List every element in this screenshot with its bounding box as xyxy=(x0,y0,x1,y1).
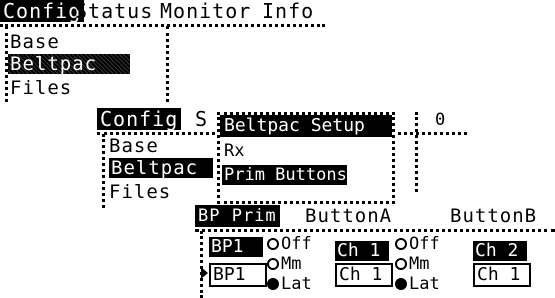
radio-off-icon xyxy=(267,238,279,250)
radio-a-mm-label: Mm xyxy=(281,254,302,274)
left-border xyxy=(200,231,203,298)
tab-monitor[interactable]: Monitor xyxy=(160,0,251,22)
menu-item-files[interactable]: Files xyxy=(109,182,171,202)
tab-status[interactable]: Status xyxy=(75,0,153,22)
ch-b-top-selected[interactable]: Ch 2 xyxy=(473,241,527,261)
radio-on-icon xyxy=(267,278,279,290)
radio-off-icon xyxy=(395,238,407,250)
tab-config[interactable]: Config xyxy=(97,108,182,130)
tab-bp-prim[interactable]: BP Prim xyxy=(195,205,280,227)
radio-b-mm-label: Mm xyxy=(409,254,430,274)
popup-title: Beltpac Setup xyxy=(220,115,392,137)
radio-a-off[interactable]: Off xyxy=(267,235,312,253)
bp-bottom[interactable]: BP1 xyxy=(209,263,267,287)
menu-item-base[interactable]: Base xyxy=(109,136,159,156)
tab-config[interactable]: Config xyxy=(0,0,85,22)
popup-item-prim-buttons[interactable]: Prim Buttons xyxy=(222,165,347,185)
screen-main-menu: Config Status Monitor Info Base Beltpac … xyxy=(0,0,325,102)
menu-left-border xyxy=(102,134,105,208)
radio-b-off[interactable]: Off xyxy=(395,235,440,253)
header-divider xyxy=(195,229,555,232)
radio-a-off-label: Off xyxy=(281,234,312,254)
radio-a-mm[interactable]: Mm xyxy=(267,255,301,273)
radio-on-icon xyxy=(395,278,407,290)
menu-right-border xyxy=(166,26,169,102)
value-border xyxy=(415,112,418,192)
popup-item-rx[interactable]: Rx xyxy=(222,141,244,161)
radio-b-mm[interactable]: Mm xyxy=(395,255,429,273)
ch-a-top-selected[interactable]: Ch 1 xyxy=(335,241,389,261)
tab-divider xyxy=(0,24,325,27)
menu-item-files[interactable]: Files xyxy=(10,78,72,98)
menu-item-beltpac[interactable]: Beltpac xyxy=(109,158,213,178)
ch-b-bottom[interactable]: Ch 1 xyxy=(473,263,531,287)
beltpac-setup-popup: Beltpac Setup Rx Prim Buttons xyxy=(217,112,395,204)
selection-arrow-icon xyxy=(201,267,208,279)
column-label-button-b: ButtonB xyxy=(450,205,538,227)
radio-off-icon xyxy=(267,258,279,270)
menu-item-base[interactable]: Base xyxy=(10,32,60,52)
radio-b-lat[interactable]: Lat xyxy=(395,275,440,293)
bp-top-selected[interactable]: BP1 xyxy=(209,237,263,257)
screen-bp-prim: BP Prim ButtonA ButtonB BP1 BP1 Off Mm L… xyxy=(195,205,555,298)
tab-status-partial[interactable]: S xyxy=(195,108,208,130)
menu-item-beltpac[interactable]: Beltpac xyxy=(8,54,130,74)
value-readout: 0 xyxy=(435,110,446,130)
ch-a-bottom[interactable]: Ch 1 xyxy=(335,263,393,287)
column-label-button-a: ButtonA xyxy=(305,205,393,227)
radio-a-lat[interactable]: Lat xyxy=(267,275,312,293)
radio-b-lat-label: Lat xyxy=(409,274,440,294)
radio-off-icon xyxy=(395,258,407,270)
screen-beltpac-setup: Config S Base Beltpac Files Beltpac Setu… xyxy=(97,108,552,208)
radio-b-off-label: Off xyxy=(409,234,440,254)
tab-info[interactable]: Info xyxy=(262,0,314,22)
radio-a-lat-label: Lat xyxy=(281,274,312,294)
